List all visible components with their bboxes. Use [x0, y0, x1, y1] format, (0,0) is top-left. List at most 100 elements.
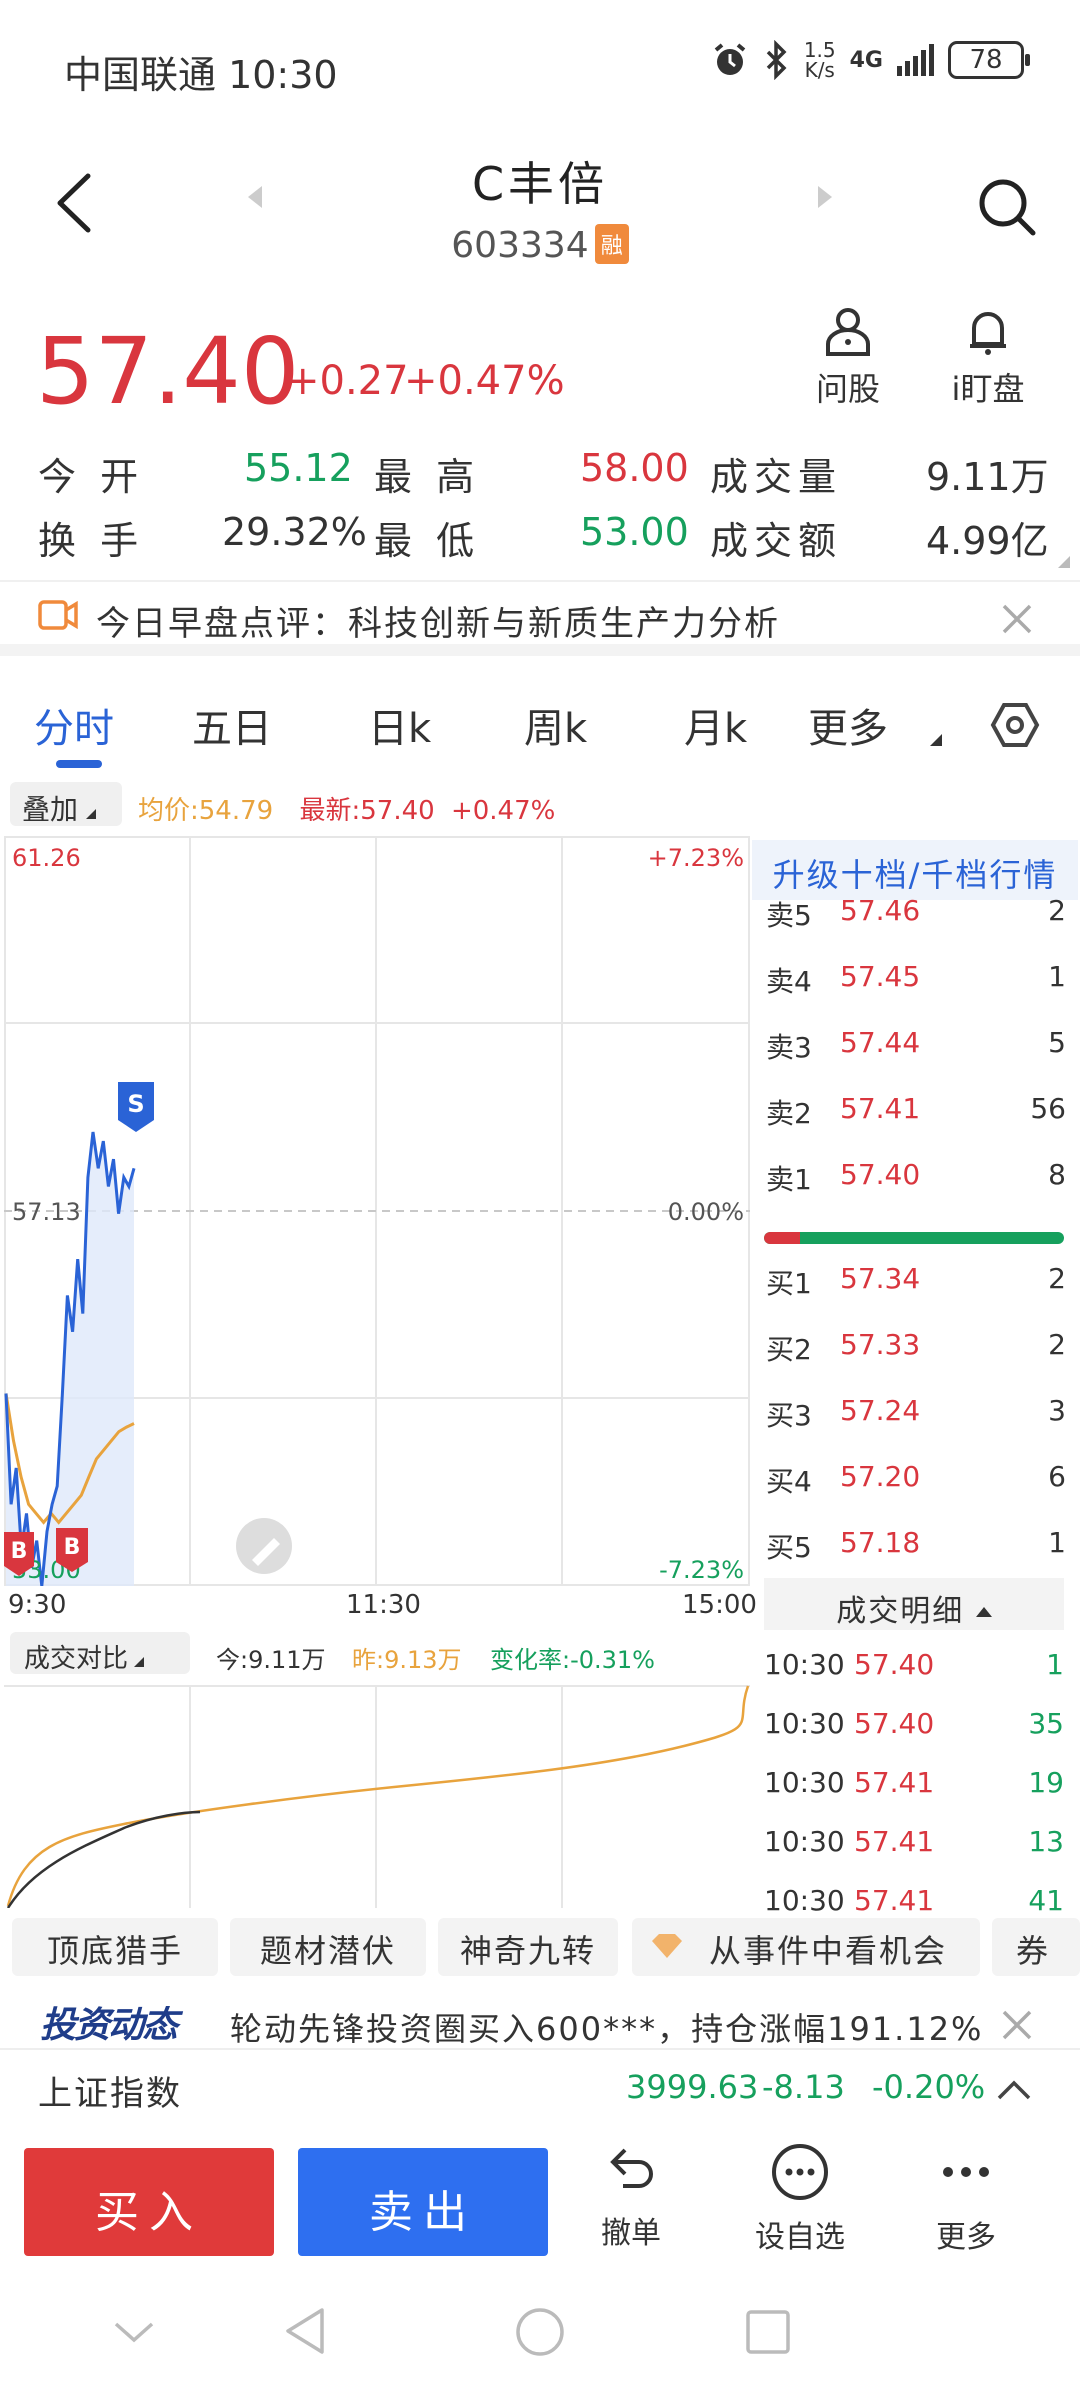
- tag-theme-ambush[interactable]: 题材潜伏: [230, 1918, 426, 1976]
- ask-stock-button[interactable]: 问股: [808, 306, 888, 410]
- drawing-tool-icon[interactable]: [236, 1518, 292, 1574]
- ask-row[interactable]: 卖4 57.45 1: [766, 960, 1066, 1000]
- buy-marker-1-label: B: [11, 1539, 28, 1564]
- ask-row[interactable]: 卖2 57.41 56: [766, 1092, 1066, 1132]
- trade-price: 57.41: [854, 1766, 935, 1799]
- ask-row[interactable]: 卖3 57.44 5: [766, 1026, 1066, 1066]
- bid-row[interactable]: 买5 57.18 1: [766, 1526, 1066, 1566]
- y-mid-pct: 0.00%: [668, 1198, 744, 1226]
- stock-name: C丰倍: [471, 157, 609, 211]
- index-name: 上证指数: [38, 2074, 182, 2114]
- price-change: +0.27: [286, 358, 409, 404]
- news-close-icon[interactable]: [1000, 2008, 1034, 2042]
- tag-event-opportunity[interactable]: 从事件中看机会: [632, 1918, 980, 1976]
- user-question-icon: [826, 308, 870, 356]
- close-icon[interactable]: [1000, 602, 1034, 636]
- bid-price: 57.18: [840, 1526, 921, 1559]
- buy-marker-2-label: B: [64, 1535, 81, 1560]
- bid-row[interactable]: 买1 57.34 2: [766, 1262, 1066, 1302]
- intraday-chart[interactable]: 61.26 57.13 53.00 +7.23% 0.00% -7.23% S …: [4, 836, 750, 1586]
- overlay-button[interactable]: 叠加: [10, 782, 122, 826]
- bid-row[interactable]: 买4 57.20 6: [766, 1460, 1066, 1500]
- expand-stats-icon[interactable]: [1058, 556, 1070, 568]
- add-watchlist-button[interactable]: 设自选: [740, 2140, 860, 2256]
- tag-top-bottom-hunter[interactable]: 顶底猎手: [12, 1918, 218, 1976]
- bell-icon: [970, 312, 1006, 355]
- low-value: 53.00: [580, 510, 689, 554]
- trade-price: 57.40: [854, 1648, 935, 1681]
- nav-home-icon[interactable]: [514, 2306, 566, 2358]
- overlay-dropdown-icon: [86, 809, 97, 819]
- index-value: 3999.63: [626, 2068, 759, 2106]
- battery-icon: 78: [948, 41, 1030, 79]
- tab-monthly-k[interactable]: 月k: [684, 696, 747, 754]
- bluetooth-icon: [766, 40, 787, 80]
- y-top-pct: +7.23%: [648, 844, 744, 872]
- ask-level: 卖5: [766, 899, 812, 932]
- margin-badge: 融: [594, 224, 629, 264]
- chevron-up-icon[interactable]: [996, 2078, 1032, 2102]
- open-label: 今 开: [38, 455, 145, 499]
- volume-label: 成交量: [710, 455, 843, 499]
- ask-row[interactable]: 卖5 57.46 2: [766, 894, 1066, 934]
- more-button[interactable]: 更多: [916, 2140, 1016, 2256]
- index-change-pct: -0.20%: [872, 2068, 986, 2106]
- bid-price: 57.20: [840, 1460, 921, 1493]
- ask-qty: 8: [1048, 1158, 1066, 1191]
- ask-level: 卖4: [766, 965, 812, 998]
- next-stock-icon[interactable]: [818, 186, 832, 208]
- watch-button[interactable]: i盯盘: [940, 306, 1036, 410]
- tab-intraday[interactable]: 分时: [34, 696, 114, 754]
- ask-level: 卖2: [766, 1097, 812, 1130]
- tab-five-day[interactable]: 五日: [192, 696, 272, 754]
- ask-qty: 5: [1048, 1026, 1066, 1059]
- add-watchlist-icon: [772, 2144, 828, 2200]
- amount-label: 成交额: [710, 519, 843, 563]
- trade-detail-label: 成交明细: [836, 1594, 965, 1629]
- tab-daily-k[interactable]: 日k: [368, 696, 431, 754]
- tag-magic-nine[interactable]: 神奇九转: [438, 1918, 618, 1976]
- amount-value: 4.99亿: [926, 519, 1049, 563]
- trade-detail-header[interactable]: 成交明细: [764, 1578, 1064, 1630]
- trade-qty: 1: [1046, 1648, 1064, 1681]
- stock-code: 603334: [451, 225, 589, 266]
- bid-qty: 6: [1048, 1460, 1066, 1493]
- tab-more[interactable]: 更多: [808, 696, 888, 754]
- sell-marker[interactable]: S: [118, 1082, 154, 1132]
- more-icon: [943, 2167, 989, 2177]
- investment-news-text: 轮动先锋投资圈买入600***，持仓涨幅191.12%: [230, 2010, 984, 2048]
- tag-broker[interactable]: 券商: [992, 1918, 1080, 1976]
- nav-collapse-icon[interactable]: [112, 2318, 156, 2346]
- net-speed: 1.5 K/s: [803, 38, 836, 82]
- y-bottom-pct: -7.23%: [659, 1556, 744, 1584]
- bid-qty: 3: [1048, 1394, 1066, 1427]
- price-change-pct: +0.47%: [404, 358, 565, 404]
- settings-icon[interactable]: [990, 700, 1040, 750]
- avg-price-legend: 均价:54.79: [138, 796, 274, 826]
- index-change: -8.13: [762, 2068, 845, 2106]
- sell-button[interactable]: 卖出: [298, 2148, 548, 2256]
- bid-row[interactable]: 买2 57.33 2: [766, 1328, 1066, 1368]
- trade-time: 10:30: [764, 1825, 845, 1858]
- watch-label: i盯盘: [951, 370, 1025, 408]
- tab-weekly-k[interactable]: 周k: [524, 696, 587, 754]
- alarm-icon: [714, 43, 746, 75]
- overlay-label: 叠加: [22, 793, 79, 826]
- cancel-order-button[interactable]: 撤单: [586, 2140, 676, 2252]
- latest-pct-legend: +0.47%: [450, 796, 556, 826]
- bid-row[interactable]: 买3 57.24 3: [766, 1394, 1066, 1434]
- yesterday-volume-curve: [6, 1685, 750, 1907]
- sell-ratio-fill: [764, 1232, 800, 1244]
- nav-back-icon[interactable]: [282, 2306, 328, 2356]
- upgrade-level2-button[interactable]: 升级十档/千档行情: [752, 840, 1078, 900]
- nav-recents-icon[interactable]: [744, 2308, 792, 2356]
- add-watchlist-label: 设自选: [755, 2220, 845, 2255]
- signal-icon: [897, 44, 934, 76]
- ask-row[interactable]: 卖1 57.40 8: [766, 1158, 1066, 1198]
- ask-price: 57.46: [840, 894, 921, 927]
- bid-level: 买1: [766, 1267, 812, 1300]
- latest-price-legend: 最新:57.40: [299, 796, 435, 826]
- buy-button[interactable]: 买入: [24, 2148, 274, 2256]
- x-time-start: 9:30: [8, 1590, 67, 1620]
- search-icon[interactable]: [976, 176, 1038, 238]
